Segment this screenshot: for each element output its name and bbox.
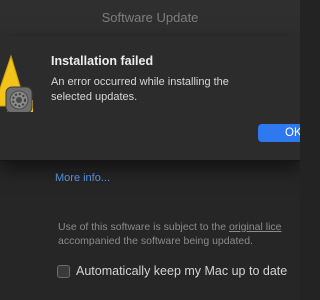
auto-update-label[interactable]: Automatically keep my Mac up to date	[76, 264, 287, 278]
window-title: Software Update	[101, 10, 199, 25]
auto-update-row[interactable]: Automatically keep my Mac up to date	[57, 264, 287, 278]
alert-message: An error occurred while installing the s…	[51, 76, 229, 103]
license-link[interactable]: original lice	[229, 221, 282, 233]
license-text-prefix: Use of this software is subject to the	[58, 221, 229, 233]
ok-button[interactable]: OK	[258, 124, 300, 142]
license-text-line2: accompanied the software being updated.	[58, 235, 253, 247]
auto-update-checkbox[interactable]	[57, 264, 70, 278]
warning-gear-icon	[0, 54, 33, 112]
license-text: Use of this software is subject to the o…	[58, 220, 300, 248]
alert-title: Installation failed	[51, 54, 154, 68]
software-update-window: Software Update More info... Use of this…	[0, 0, 300, 300]
title-bar: Software Update	[0, 0, 300, 37]
alert-sheet: Installation failed An error occurred wh…	[0, 36, 300, 161]
more-info-link[interactable]: More info...	[55, 172, 110, 184]
